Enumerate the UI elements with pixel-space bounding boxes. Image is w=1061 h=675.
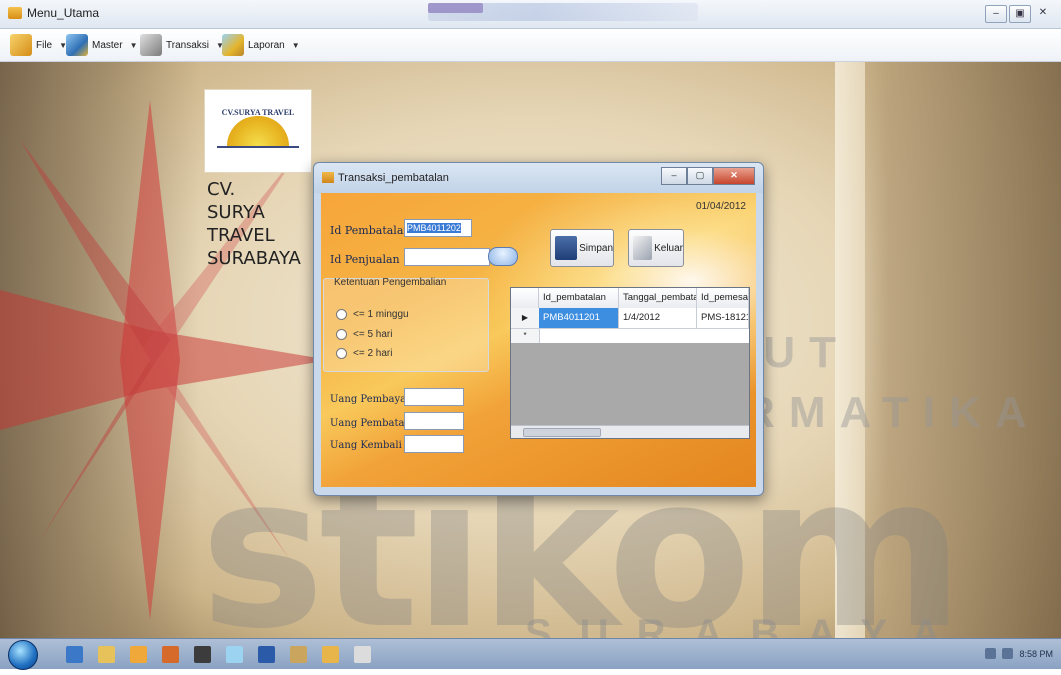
menu-master[interactable]: Master ▼ [66,33,137,57]
uang-kembali-field[interactable] [404,435,464,453]
radio-5-hari-label: <= 5 hari [353,329,393,340]
menu-master-label: Master [92,39,123,51]
chevron-down-icon: ▼ [291,40,300,50]
menu-utama-task-icon[interactable] [322,646,339,663]
column-header-tanggal[interactable]: Tanggal_pembatala [619,288,697,308]
radio-circle [336,348,347,359]
new-row-marker: * [511,329,540,343]
radio-1-minggu[interactable]: <= 1 minggu [336,309,409,320]
date-label: 01/04/2012 [695,201,746,212]
radio-1-minggu-label: <= 1 minggu [353,309,409,320]
tools-icon [140,34,162,56]
cell-id-pemesan[interactable]: PMS-181211 [697,308,749,328]
grid-header: Id_pembatalan Tanggal_pembatala Id_pemes… [511,288,749,309]
search-penjualan-button[interactable] [488,247,518,266]
dialog-titlebar: Transaksi_pembatalan – ▢ ✕ [314,163,763,193]
company-name: CV. SURYA TRAVEL SURABAYA [207,178,301,270]
radio-2-hari-label: <= 2 hari [353,348,393,359]
radio-circle [336,309,347,320]
dialog-restore-button[interactable]: ▢ [687,167,713,185]
visual-studio-icon[interactable] [290,646,307,663]
word-icon[interactable] [258,646,275,663]
background-taskbar-blur [428,3,698,21]
start-button[interactable] [8,640,38,670]
id-pembatalan-field[interactable]: PMB4011202 [404,219,472,237]
close-button[interactable]: ✕ [1033,5,1053,21]
column-header-id-pemesan[interactable]: Id_pemesan [697,288,749,308]
row-pointer-icon: ▶ [511,308,540,328]
id-penjualan-label: Id Penjualan [330,253,400,266]
id-penjualan-field[interactable] [404,248,490,266]
radio-circle [336,329,347,340]
pencil-icon [66,34,88,56]
paint-icon[interactable] [226,646,243,663]
scrollbar-thumb[interactable] [523,428,601,437]
blurred-tab-tag [428,3,483,13]
app-icon [8,7,22,19]
id-pembatalan-label: Id Pembatalan [330,224,411,237]
menu-file[interactable]: File ▼ [10,33,67,57]
keluar-label: Keluar [654,242,683,254]
media-icon[interactable] [130,646,147,663]
restore-button[interactable]: ▣ [1009,5,1031,23]
menu-laporan[interactable]: Laporan ▼ [222,33,300,57]
group-title: Ketentuan Pengembalian [334,277,447,288]
minimize-button[interactable]: – [985,5,1007,23]
radio-5-hari[interactable]: <= 5 hari [336,329,392,340]
radio-2-hari[interactable]: <= 2 hari [336,348,392,359]
main-window-titlebar: Menu_Utama – ▣ ✕ [0,0,1061,29]
menu-file-label: File [36,39,53,51]
keluar-button[interactable]: Keluar [628,229,684,267]
window-title: Menu_Utama [27,6,100,20]
clock[interactable]: 8:58 PM [1019,649,1053,659]
report-icon [222,34,244,56]
logo-base-line [217,146,299,158]
uang-pembatalan-field[interactable] [404,412,464,430]
system-tray: 8:58 PM [985,648,1053,659]
menu-bar: File ▼ Master ▼ Transaksi ▼ Laporan ▼ [0,29,1061,62]
uang-kembali-label: Uang Kembali [330,440,402,451]
company-line-1: CV. [207,179,236,200]
table-row[interactable]: ▶ PMB4011201 1/4/2012 PMS-181211 [511,308,749,329]
sql-icon[interactable] [354,646,371,663]
menu-transaksi-label: Transaksi [166,39,209,51]
company-line-4: SURABAYA [207,248,301,269]
company-line-2: SURYA [207,202,265,223]
window-controls: – ▣ ✕ [985,5,1053,23]
volume-icon[interactable] [1002,648,1014,659]
firefox-icon[interactable] [162,646,179,663]
uang-pembayaran-field[interactable] [404,388,464,406]
sun-icon [227,116,289,146]
cell-id-pembatalan[interactable]: PMB4011201 [539,308,619,328]
dialog-minimize-button[interactable]: – [661,167,687,185]
menu-laporan-label: Laporan [248,39,285,51]
chevron-down-icon: ▼ [129,40,138,50]
ketentuan-pengembalian-group: Ketentuan Pengembalian <= 1 minggu <= 5 … [323,277,489,372]
dialog-close-button[interactable]: ✕ [713,167,755,185]
exit-icon [633,236,653,260]
grid-corner [511,288,539,308]
folder-icon [10,34,32,56]
app-icon[interactable] [194,646,211,663]
simpan-label: Simpan [579,242,613,254]
save-icon [555,236,578,260]
column-header-id-pembatalan[interactable]: Id_pembatalan [539,288,619,308]
company-logo: CV.SURYA TRAVEL [204,89,312,173]
grid-horizontal-scrollbar[interactable] [511,425,749,438]
windows-taskbar: 8:58 PM [0,638,1061,670]
ie-icon[interactable] [66,646,83,663]
cell-tanggal[interactable]: 1/4/2012 [619,308,697,328]
menu-transaksi[interactable]: Transaksi ▼ [140,33,224,57]
id-pembatalan-value: PMB4011202 [407,223,461,233]
dialog-title: Transaksi_pembatalan [338,172,449,184]
new-row[interactable]: * [511,329,749,343]
pembatalan-data-grid[interactable]: Id_pembatalan Tanggal_pembatala Id_pemes… [510,287,750,439]
company-line-3: TRAVEL [207,225,275,246]
network-icon[interactable] [985,648,997,659]
simpan-button[interactable]: Simpan [550,229,614,267]
dialog-app-icon [322,172,334,183]
dialog-window-controls: – ▢ ✕ [661,167,755,185]
explorer-icon[interactable] [98,646,115,663]
